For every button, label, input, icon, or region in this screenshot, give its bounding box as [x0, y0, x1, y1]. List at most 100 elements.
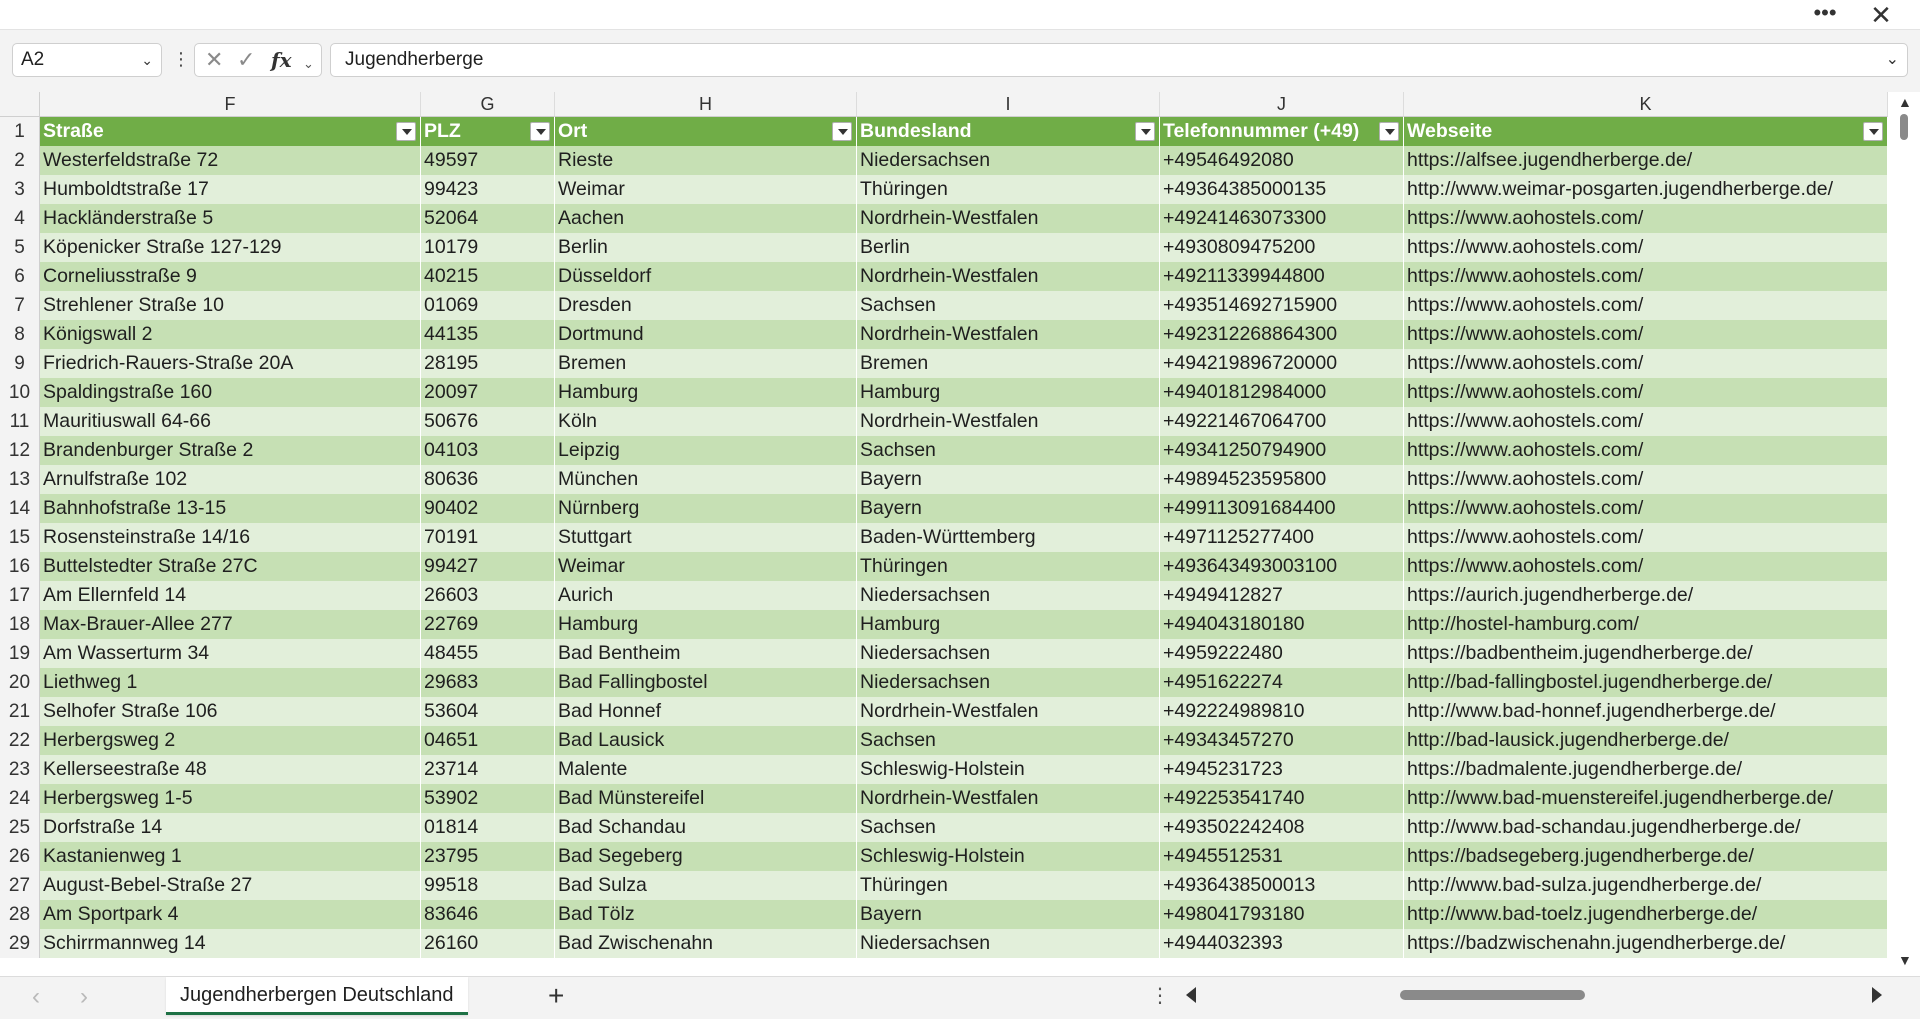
cell-i[interactable]: Niedersachsen	[857, 581, 1160, 610]
cell-k[interactable]: https://badmalente.jugendherberge.de/	[1404, 755, 1888, 784]
cell-j[interactable]: +49211339944800	[1160, 262, 1404, 291]
cell-g[interactable]: 26160	[421, 929, 555, 958]
cell-h[interactable]: Bad Schandau	[555, 813, 857, 842]
filter-dropdown-icon[interactable]	[1863, 122, 1883, 141]
cell-j[interactable]: +492224989810	[1160, 697, 1404, 726]
cell-i[interactable]: Thüringen	[857, 175, 1160, 204]
more-vertical-icon[interactable]: ⋮	[1150, 983, 1170, 1009]
cell-j[interactable]: +4951622274	[1160, 668, 1404, 697]
cell-i[interactable]: Sachsen	[857, 726, 1160, 755]
cell-h[interactable]: Bremen	[555, 349, 857, 378]
next-sheet-icon[interactable]: ›	[80, 983, 88, 1011]
cell-g[interactable]: 83646	[421, 900, 555, 929]
cell-k[interactable]: http://www.bad-schandau.jugendherberge.d…	[1404, 813, 1888, 842]
row-number[interactable]: 17	[0, 581, 40, 610]
row-number[interactable]: 19	[0, 639, 40, 668]
cell-k[interactable]: http://www.bad-toelz.jugendherberge.de/	[1404, 900, 1888, 929]
cell-f[interactable]: Am Ellernfeld 14	[40, 581, 421, 610]
cell-h[interactable]: Aachen	[555, 204, 857, 233]
cell-j[interactable]: +494043180180	[1160, 610, 1404, 639]
cell-k[interactable]: https://www.aohostels.com/	[1404, 204, 1888, 233]
row-number[interactable]: 2	[0, 146, 40, 175]
header-cell[interactable]: Ort	[555, 117, 857, 146]
cell-i[interactable]: Nordrhein-Westfalen	[857, 262, 1160, 291]
cell-i[interactable]: Sachsen	[857, 436, 1160, 465]
cell-k[interactable]: http://bad-fallingbostel.jugendherberge.…	[1404, 668, 1888, 697]
row-number[interactable]: 24	[0, 784, 40, 813]
cell-k[interactable]: https://www.aohostels.com/	[1404, 349, 1888, 378]
cell-j[interactable]: +49364385000135	[1160, 175, 1404, 204]
cell-h[interactable]: Bad Lausick	[555, 726, 857, 755]
filter-dropdown-icon[interactable]	[832, 122, 852, 141]
cell-g[interactable]: 48455	[421, 639, 555, 668]
cell-g[interactable]: 53604	[421, 697, 555, 726]
cell-h[interactable]: Bad Honnef	[555, 697, 857, 726]
filter-dropdown-icon[interactable]	[1135, 122, 1155, 141]
cell-h[interactable]: Berlin	[555, 233, 857, 262]
cell-j[interactable]: +49341250794900	[1160, 436, 1404, 465]
cell-f[interactable]: Mauritiuswall 64-66	[40, 407, 421, 436]
cell-j[interactable]: +499113091684400	[1160, 494, 1404, 523]
row-number[interactable]: 12	[0, 436, 40, 465]
more-options-icon[interactable]: •••	[1810, 2, 1840, 28]
cell-k[interactable]: https://www.aohostels.com/	[1404, 436, 1888, 465]
row-number[interactable]: 8	[0, 320, 40, 349]
cell-k[interactable]: http://www.weimar-posgarten.jugendherber…	[1404, 175, 1888, 204]
cell-f[interactable]: Buttelstedter Straße 27C	[40, 552, 421, 581]
cell-j[interactable]: +494219896720000	[1160, 349, 1404, 378]
add-sheet-icon[interactable]: +	[548, 981, 564, 1011]
cell-h[interactable]: Malente	[555, 755, 857, 784]
cell-f[interactable]: Am Sportpark 4	[40, 900, 421, 929]
cell-k[interactable]: http://hostel-hamburg.com/	[1404, 610, 1888, 639]
horizontal-scroll-thumb[interactable]	[1400, 990, 1585, 1000]
cell-h[interactable]: Weimar	[555, 552, 857, 581]
cell-j[interactable]: +4949412827	[1160, 581, 1404, 610]
row-number[interactable]: 25	[0, 813, 40, 842]
cell-g[interactable]: 26603	[421, 581, 555, 610]
column-header-k[interactable]: K	[1404, 92, 1888, 117]
cell-g[interactable]: 70191	[421, 523, 555, 552]
row-number[interactable]: 20	[0, 668, 40, 697]
cell-k[interactable]: https://www.aohostels.com/	[1404, 291, 1888, 320]
cell-j[interactable]: +4936438500013	[1160, 871, 1404, 900]
cell-k[interactable]: https://www.aohostels.com/	[1404, 552, 1888, 581]
cell-g[interactable]: 99423	[421, 175, 555, 204]
check-icon[interactable]: ✓	[237, 48, 255, 72]
row-number[interactable]: 7	[0, 291, 40, 320]
scroll-left-icon[interactable]	[1186, 987, 1196, 1003]
cell-f[interactable]: Hackländerstraße 5	[40, 204, 421, 233]
cell-g[interactable]: 20097	[421, 378, 555, 407]
cell-j[interactable]: +49894523595800	[1160, 465, 1404, 494]
row-number[interactable]: 5	[0, 233, 40, 262]
cell-g[interactable]: 29683	[421, 668, 555, 697]
row-number[interactable]: 1	[0, 117, 40, 146]
scroll-down-icon[interactable]: ▼	[1898, 952, 1912, 968]
cell-k[interactable]: https://www.aohostels.com/	[1404, 523, 1888, 552]
cell-i[interactable]: Berlin	[857, 233, 1160, 262]
cell-j[interactable]: +493514692715900	[1160, 291, 1404, 320]
cell-i[interactable]: Schleswig-Holstein	[857, 842, 1160, 871]
row-number[interactable]: 18	[0, 610, 40, 639]
cell-h[interactable]: Düsseldorf	[555, 262, 857, 291]
cancel-icon[interactable]: ✕	[205, 48, 223, 72]
cell-f[interactable]: Westerfeldstraße 72	[40, 146, 421, 175]
cell-k[interactable]: http://www.bad-honnef.jugendherberge.de/	[1404, 697, 1888, 726]
row-number[interactable]: 9	[0, 349, 40, 378]
header-cell[interactable]: Telefonnummer (+49)	[1160, 117, 1404, 146]
cell-g[interactable]: 44135	[421, 320, 555, 349]
cell-i[interactable]: Bayern	[857, 465, 1160, 494]
row-number[interactable]: 15	[0, 523, 40, 552]
cell-j[interactable]: +492312268864300	[1160, 320, 1404, 349]
cell-j[interactable]: +4971125277400	[1160, 523, 1404, 552]
cell-k[interactable]: https://badsegeberg.jugendherberge.de/	[1404, 842, 1888, 871]
cell-i[interactable]: Sachsen	[857, 813, 1160, 842]
cell-i[interactable]: Nordrhein-Westfalen	[857, 407, 1160, 436]
cell-h[interactable]: Bad Bentheim	[555, 639, 857, 668]
cell-j[interactable]: +498041793180	[1160, 900, 1404, 929]
cell-i[interactable]: Hamburg	[857, 610, 1160, 639]
cell-i[interactable]: Sachsen	[857, 291, 1160, 320]
filter-dropdown-icon[interactable]	[396, 122, 416, 141]
cell-f[interactable]: Selhofer Straße 106	[40, 697, 421, 726]
cell-j[interactable]: +4945231723	[1160, 755, 1404, 784]
cell-f[interactable]: Herbergsweg 2	[40, 726, 421, 755]
